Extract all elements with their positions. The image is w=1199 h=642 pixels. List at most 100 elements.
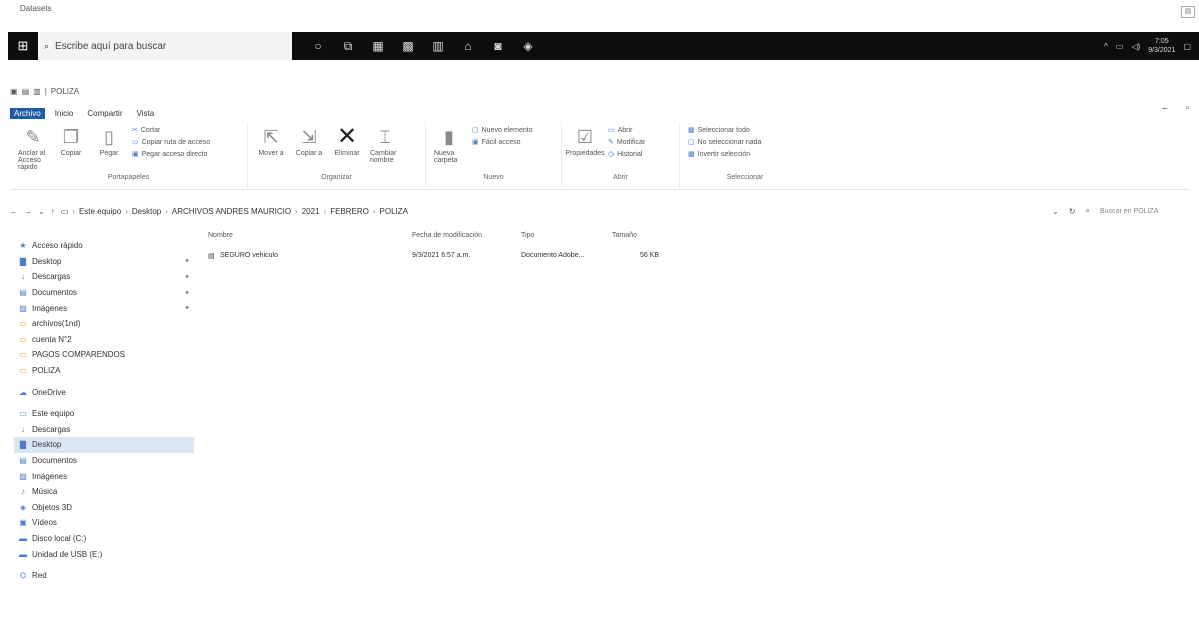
copiar-label: Copiar (60, 150, 82, 157)
nav-item-folder[interactable]: ▭ PAGOS COMPARENDOS (14, 347, 194, 363)
cortar-label: Cortar (140, 126, 161, 134)
nav-pc-musica[interactable]: ♪ Música (14, 484, 194, 500)
navigation-pane: ★ Acceso rápido ▇ Desktop ✦ ↓ Descargas ✦ ▤ Do… (14, 238, 194, 583)
cambiar-nombre-button[interactable]: ⌶ Cambiar nombre (370, 126, 400, 164)
cortar-button[interactable]: ✂ Cortar (132, 126, 210, 135)
taskbar-app-icon[interactable]: ▥ (430, 39, 446, 54)
breadcrumb-item[interactable]: 2021 (302, 207, 320, 216)
back-icon[interactable]: ← (10, 207, 18, 216)
column-header-size[interactable]: Tamaño (612, 232, 637, 239)
nav-pc-descargas[interactable]: ↓ Descargas (14, 422, 194, 438)
nav-item-documentos[interactable]: ▤ Documentos ✦ (14, 285, 194, 301)
eliminar-button[interactable]: ✕ Eliminar (332, 125, 362, 158)
ribbon: ✎ Anclar al Acceso rápido ❐ Copiar ▯ Peg… (10, 122, 1190, 190)
quick-access-toolbar-icon[interactable]: ▤ (22, 87, 30, 96)
recent-chevron-icon[interactable]: ⌄ (38, 207, 45, 216)
notifications-icon[interactable]: ▢ (1183, 42, 1191, 51)
modificar-button[interactable]: ✎ Modificar (608, 138, 645, 147)
nav-item-folder[interactable]: ▭ POLIZA (14, 363, 194, 379)
historial-label: Historial (617, 150, 643, 158)
taskbar-search-placeholder: Escribe aquí para buscar (55, 40, 167, 52)
task-view-icon[interactable]: ⧉ (340, 39, 356, 54)
nav-label: Este equipo (32, 409, 75, 419)
breadcrumb-separator: › (372, 206, 376, 216)
abrir-group-label: Abrir (613, 174, 628, 181)
nav-item-descargas[interactable]: ↓ Descargas ✦ (14, 269, 194, 285)
tab-inicio[interactable]: Inicio (51, 108, 78, 119)
propiedades-button[interactable]: ☑ Propiedades (565, 126, 604, 157)
historial-button[interactable]: ◷ Historial (608, 150, 645, 159)
clock[interactable]: 7:05 9/3/2021 (1148, 37, 1175, 55)
nav-pc-desktop[interactable]: ▇ Desktop (14, 437, 194, 453)
breadcrumb-item[interactable]: ARCHIVOS ANDRES MAURICIO (172, 207, 291, 216)
nav-quick-access[interactable]: ★ Acceso rápido (14, 238, 194, 254)
file-type: Documento Adobe... (521, 252, 585, 259)
copiar-button[interactable]: ❐ Copiar (56, 126, 86, 157)
column-header-type[interactable]: Tipo (521, 232, 534, 239)
quick-access-toolbar-icon[interactable]: ▣ (10, 87, 18, 96)
pegar-acceso-button[interactable]: ▣ Pegar acceso directo (132, 150, 210, 159)
music-icon: ♪ (21, 487, 25, 497)
column-header-date[interactable]: Fecha de modificación (412, 232, 482, 239)
taskbar-app-icon[interactable]: ◈ (520, 39, 536, 54)
tab-compartir[interactable]: Compartir (83, 108, 126, 119)
tab-vista[interactable]: Vista (133, 108, 159, 119)
nav-label: Documentos (32, 456, 77, 466)
store-icon[interactable]: ⌂ (460, 39, 476, 54)
address-dropdown-icon[interactable]: ⌄ (1052, 207, 1059, 216)
nav-item-folder[interactable]: ▭ archivos(1nd) (14, 316, 194, 332)
network-icon[interactable]: ▭ (1116, 42, 1124, 51)
nav-item-folder[interactable]: ▭ cuenta N°2 (14, 332, 194, 348)
copiar-ruta-button[interactable]: ▭ Copiar ruta de acceso (132, 138, 210, 147)
nav-item-desktop[interactable]: ▇ Desktop ✦ (14, 254, 194, 270)
anclar-button[interactable]: ✎ Anclar al Acceso rápido (18, 126, 48, 171)
maximize-button[interactable]: ▫ (1185, 103, 1189, 114)
abrir-button[interactable]: ▭ Abrir (608, 126, 645, 135)
folder-icon: ▭ (19, 350, 27, 360)
facil-acceso-button[interactable]: ▣ Fácil acceso (472, 138, 533, 147)
nav-onedrive[interactable]: ☁ OneDrive (14, 384, 194, 400)
quick-access-toolbar-icon[interactable]: ▥ (33, 87, 41, 96)
seleccionar-todo-button[interactable]: ▦ Seleccionar todo (688, 126, 761, 135)
taskbar-app-icon[interactable]: ◙ (490, 39, 506, 54)
taskbar-app-icon[interactable]: ▦ (370, 39, 386, 54)
documents-icon: ▤ (19, 288, 27, 298)
breadcrumb[interactable]: ▭ › Este equipo › Desktop › ARCHIVOS AND… (61, 207, 408, 216)
cortana-icon[interactable]: ○ (310, 39, 326, 54)
folder-search-input[interactable]: Buscar en POLIZA (1100, 208, 1190, 215)
refresh-icon[interactable]: ↻ (1069, 207, 1076, 216)
minimize-button[interactable]: – (1162, 103, 1168, 114)
volume-icon[interactable]: ◁) (1131, 42, 1140, 51)
breadcrumb-item[interactable]: Desktop (132, 207, 161, 216)
nueva-carpeta-button[interactable]: ▮ Nueva carpeta (434, 126, 464, 164)
copiar-a-button[interactable]: ⇲ Copiar a (294, 126, 324, 157)
breadcrumb-item[interactable]: FEBRERO (330, 207, 369, 216)
nav-pc-disco-local[interactable]: ▬ Disco local (C:) (14, 531, 194, 547)
nuevo-elemento-button[interactable]: ▢ Nuevo elemento (472, 126, 533, 135)
nav-label: Vídeos (32, 518, 57, 528)
tray-chevron-icon[interactable]: ^ (1104, 42, 1108, 51)
windows-start-icon[interactable]: ⊞ (8, 32, 38, 60)
column-header-name[interactable]: Nombre (208, 232, 233, 239)
nav-item-imagenes[interactable]: ▨ Imágenes ✦ (14, 300, 194, 316)
invertir-seleccion-button[interactable]: ▩ Invertir selección (688, 150, 761, 159)
breadcrumb-item[interactable]: Este equipo (79, 207, 121, 216)
window-controls: – ▫ (1162, 103, 1189, 114)
nav-pc-objetos-3d[interactable]: ◈ Objetos 3D (14, 500, 194, 516)
mover-button[interactable]: ⇱ Mover a (256, 126, 286, 157)
up-icon[interactable]: ↑ (51, 207, 55, 216)
taskbar-app-icon[interactable]: ▩ (400, 39, 416, 54)
nav-pc-videos[interactable]: ▣ Vídeos (14, 515, 194, 531)
nav-network[interactable]: ⌬ Red (14, 568, 194, 584)
pegar-button[interactable]: ▯ Pegar (94, 126, 124, 157)
taskbar-search-box[interactable]: ⌕ Escribe aquí para buscar (38, 32, 292, 60)
tab-archivo[interactable]: Archivo (10, 108, 45, 119)
forward-icon[interactable]: → (24, 207, 32, 216)
no-seleccionar-button[interactable]: ▢ No seleccionar nada (688, 138, 761, 147)
breadcrumb-item[interactable]: POLIZA (380, 207, 408, 216)
shortcut-icon: ▣ (132, 151, 139, 158)
nav-pc-imagenes[interactable]: ▨ Imágenes (14, 468, 194, 484)
nav-this-pc[interactable]: ▭ Este equipo (14, 406, 194, 422)
nav-pc-usb[interactable]: ▬ Unidad de USB (E:) (14, 546, 194, 562)
nav-pc-documentos[interactable]: ▤ Documentos (14, 453, 194, 469)
